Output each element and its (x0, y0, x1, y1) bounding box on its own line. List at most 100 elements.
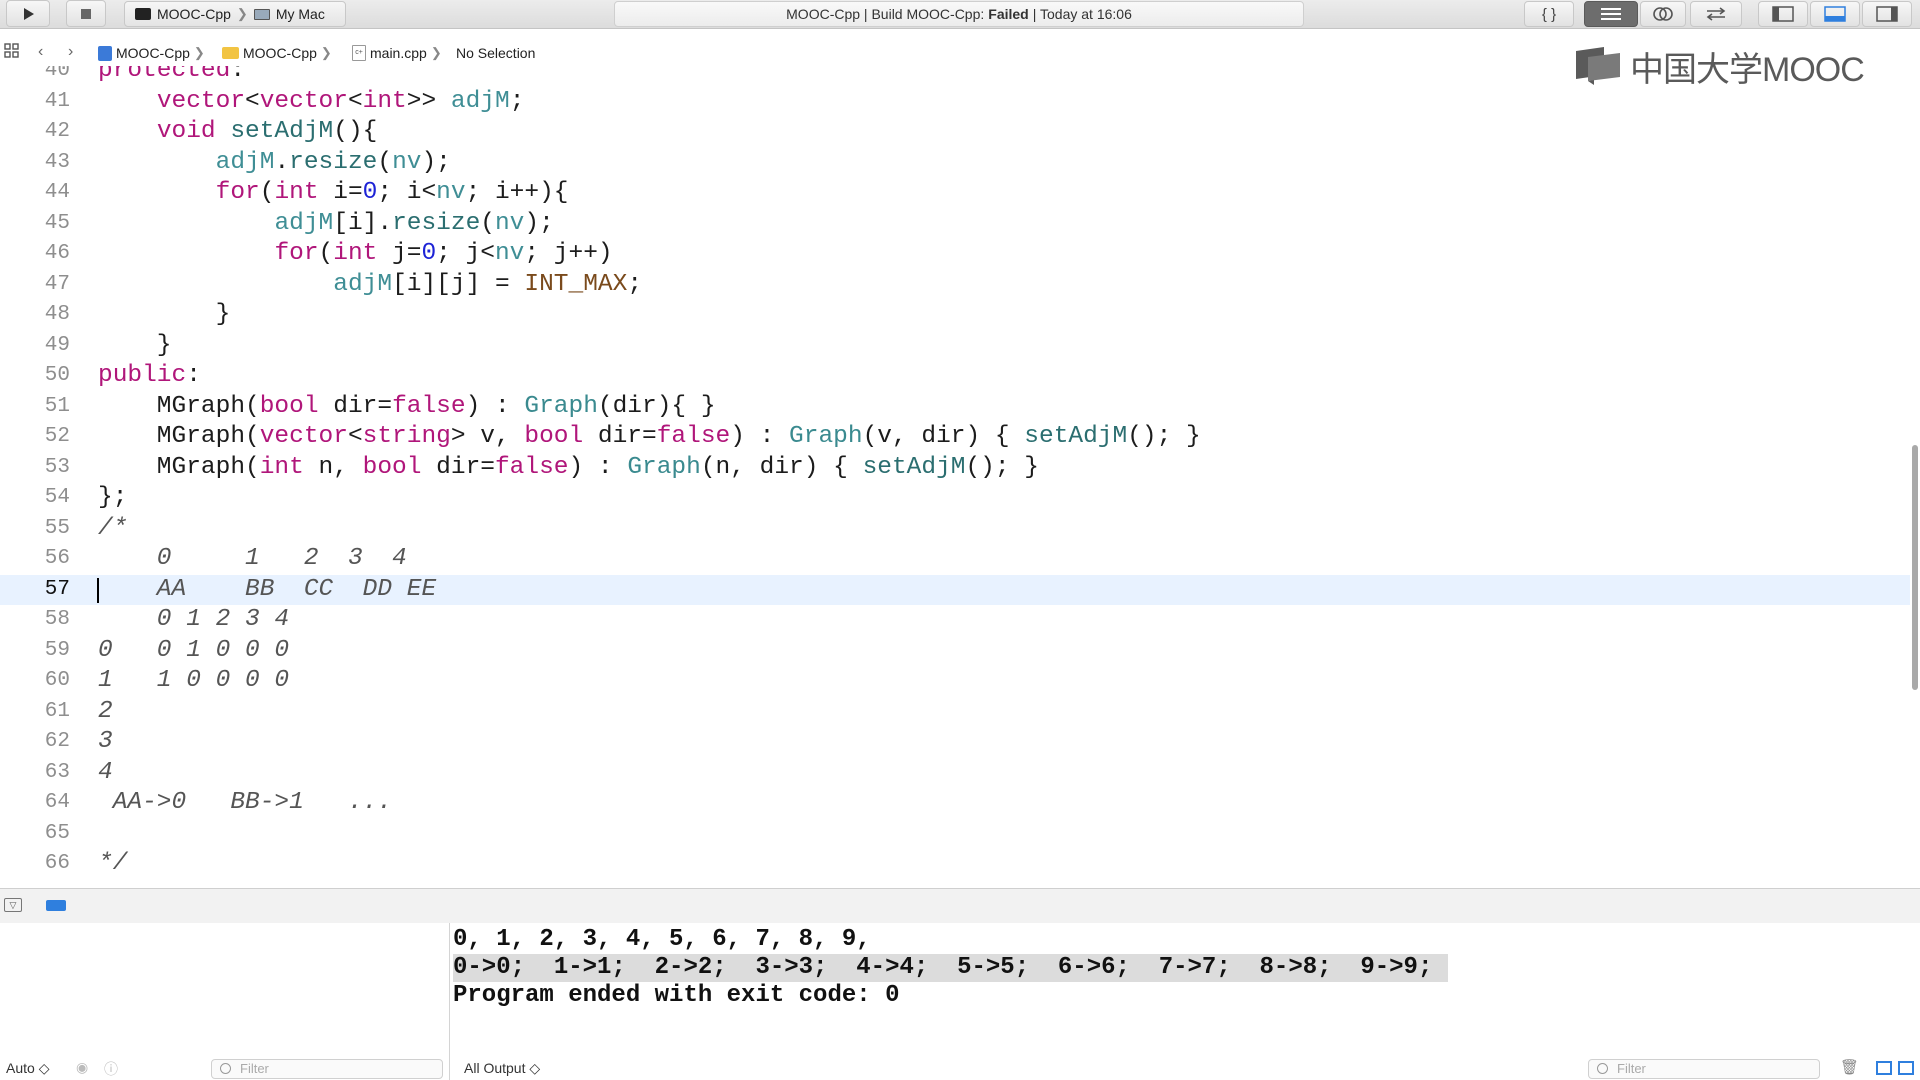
grid-icon (4, 43, 19, 58)
code-text: MGraph(int n, bool dir=false) : Graph(n,… (98, 453, 1039, 481)
standard-editor-button[interactable] (1584, 1, 1638, 27)
source-editor[interactable]: 40 protected: 41 vector<vector<int>> adjM;… (0, 66, 1910, 888)
hide-debug-area-icon[interactable]: ▽ (4, 898, 22, 912)
line-number: 52 (44, 425, 70, 448)
code-line[interactable]: 62 3 (0, 727, 1910, 758)
build-status-prefix: MOOC-Cpp | Build MOOC-Cpp: (786, 6, 985, 22)
back-arrow-icon[interactable]: ‹ (38, 43, 43, 61)
line-number: 58 (44, 608, 70, 631)
braces-icon: { } (1541, 5, 1557, 23)
auto-variables-popup[interactable]: Auto ◇ (6, 1060, 49, 1077)
line-number: 42 (44, 120, 70, 143)
code-text: }; (98, 484, 128, 511)
code-line[interactable]: 55 /* (0, 514, 1910, 545)
stop-button[interactable] (66, 0, 106, 27)
scheme-selector[interactable]: MOOC-Cpp ❯ My Mac (124, 1, 346, 27)
line-number: 62 (44, 730, 70, 753)
code-line[interactable]: 54}; (0, 483, 1910, 514)
app-icon (135, 8, 151, 20)
assistant-editor-button[interactable] (1640, 1, 1686, 27)
console-output-line[interactable]: 0, 1, 2, 3, 4, 5, 6, 7, 8, 9, (453, 926, 871, 954)
code-text: 4 (98, 758, 113, 786)
info-icon[interactable]: ⓘ (104, 1059, 118, 1079)
code-text: 3 (98, 728, 113, 755)
breadcrumb-file[interactable]: c+ main.cpp ❯ (352, 45, 442, 61)
code-line[interactable]: 50 public: (0, 361, 1910, 392)
code-line[interactable]: 61 2 (0, 697, 1910, 728)
console-filter-placeholder: Filter (1617, 1061, 1646, 1076)
line-number: 49 (44, 333, 70, 357)
code-text: 0 0 1 0 0 0 (98, 636, 290, 664)
code-line[interactable]: 44 for(int i=0; i<nv; i++){ (0, 178, 1910, 209)
assistant-icon (1653, 7, 1673, 21)
code-line[interactable]: 59 0 0 1 0 0 0 (0, 636, 1910, 667)
variables-filter-field[interactable]: Filter (211, 1059, 443, 1079)
code-line[interactable]: 47 adjM[i][j] = INT_MAX; (0, 270, 1910, 301)
code-line[interactable]: 41 vector<vector<int>> adjM; (0, 87, 1910, 118)
filter-icon (1597, 1063, 1608, 1074)
breadcrumb-folder[interactable]: MOOC-Cpp ❯ (222, 45, 332, 61)
trash-icon[interactable]: 🗑 (1840, 1058, 1859, 1076)
code-line[interactable]: 51 MGraph(bool dir=false) : Graph(dir){ … (0, 392, 1910, 423)
play-icon (24, 7, 34, 20)
code-line[interactable]: 52 MGraph(vector<string> v, bool dir=fal… (0, 422, 1910, 453)
code-line[interactable]: 49 } (0, 331, 1910, 362)
output-popup[interactable]: All Output ◇ (464, 1060, 540, 1077)
console-output-line[interactable]: 0->0; 1->1; 2->2; 3->3; 4->4; 5->5; 6->6… (453, 954, 1449, 982)
chevron-right-icon: ❯ (193, 45, 205, 60)
run-button[interactable] (6, 0, 50, 27)
toggle-utilities-button[interactable] (1862, 1, 1912, 27)
code-line[interactable]: 48 } (0, 300, 1910, 331)
code-text: for(int i=0; i<nv; i++){ (215, 179, 569, 206)
line-number: 63 (44, 760, 70, 784)
line-number: 53 (44, 455, 70, 479)
chevron-right-icon: ❯ (320, 45, 332, 60)
console-output-line[interactable]: Program ended with exit code: 0 (453, 982, 899, 1010)
build-status-result: Failed (988, 6, 1029, 22)
version-editor-button[interactable] (1690, 1, 1742, 27)
code-line[interactable]: 42 void setAdjM(){ (0, 117, 1910, 148)
library-button[interactable]: { } (1524, 1, 1574, 27)
eye-icon[interactable]: ◉ (76, 1059, 88, 1076)
breadcrumb-selection-label: No Selection (456, 45, 536, 61)
breakpoints-toggle-icon[interactable] (46, 900, 66, 911)
forward-arrow-icon[interactable]: › (68, 43, 73, 61)
code-text: */ (98, 850, 128, 877)
show-console-icon[interactable] (1898, 1061, 1914, 1075)
code-line[interactable]: 60 1 1 0 0 0 0 (0, 666, 1910, 697)
code-line[interactable]: 40 protected: (0, 66, 1910, 87)
right-panel-icon (1876, 6, 1898, 22)
console-filter-field[interactable]: Filter (1588, 1059, 1820, 1079)
code-line[interactable]: 43 adjM.resize(nv); (0, 148, 1910, 179)
related-items-icon[interactable] (4, 43, 20, 64)
breadcrumb-project[interactable]: MOOC-Cpp ❯ (98, 45, 205, 61)
code-line[interactable]: 58 0 1 2 3 4 (0, 605, 1910, 636)
line-number: 61 (44, 699, 70, 723)
debug-bar: ▽ (0, 888, 1920, 924)
debug-bottom-bar: Auto ◇ ◉ ⓘ Filter All Output ◇ Filter 🗑 (0, 1058, 1920, 1080)
toggle-navigator-button[interactable] (1758, 1, 1808, 27)
show-variables-icon[interactable] (1876, 1061, 1892, 1075)
code-text: AA BB CC DD EE (98, 575, 437, 603)
code-line[interactable]: 63 4 (0, 758, 1910, 789)
breadcrumb-selection[interactable]: No Selection (456, 45, 535, 61)
variables-filter-placeholder: Filter (240, 1061, 269, 1076)
code-line[interactable]: 66 */ (0, 849, 1910, 880)
code-line[interactable]: 53 MGraph(int n, bool dir=false) : Graph… (0, 453, 1910, 484)
code-line[interactable]: 56 0 1 2 3 4 (0, 544, 1910, 575)
code-line[interactable]: 45 adjM[i].resize(nv); (0, 209, 1910, 240)
line-number: 45 (44, 211, 70, 235)
left-panel-icon (1772, 6, 1794, 22)
editor-scrollbar[interactable] (1912, 445, 1918, 690)
code-line[interactable]: 46 for(int j=0; j<nv; j++) (0, 239, 1910, 270)
project-icon (98, 45, 112, 61)
line-number: 40 (44, 66, 70, 82)
code-line[interactable]: 64 AA->0 BB->1 ... (0, 788, 1910, 819)
code-text: AA->0 BB->1 ... (98, 789, 393, 816)
code-text: void setAdjM(){ (156, 118, 378, 145)
code-line[interactable]: 57 AA BB CC DD EE (0, 574, 1910, 605)
toggle-debug-area-button[interactable] (1810, 1, 1860, 27)
line-number: 57 (44, 577, 70, 601)
code-text: MGraph(vector<string> v, bool dir=false)… (98, 423, 1201, 450)
code-line[interactable]: 65 (0, 819, 1910, 850)
